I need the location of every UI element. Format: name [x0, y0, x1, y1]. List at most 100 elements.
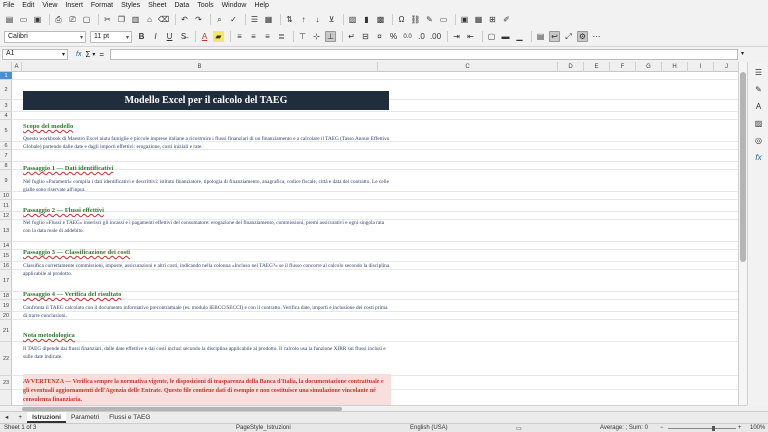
borders-icon[interactable]: ▢ — [486, 31, 497, 42]
sort-icon[interactable]: ⇅ — [284, 14, 295, 25]
row-header-11[interactable]: 11 — [0, 200, 12, 212]
section-heading[interactable]: Scopo del modello — [23, 123, 73, 130]
menu-view[interactable]: View — [42, 2, 57, 9]
tab-flussi-taeg[interactable]: Flussi e TAEG — [104, 412, 155, 423]
row-icon[interactable]: ☰ — [249, 14, 260, 25]
section-heading[interactable]: Passaggio 4 — Verifica del risultato — [23, 291, 121, 298]
gallery-icon[interactable]: ▨ — [753, 118, 764, 129]
font-color-icon[interactable]: A — [199, 31, 210, 42]
column-header-i[interactable]: I — [688, 62, 714, 72]
hyperlink-icon[interactable]: ⛓ — [410, 14, 421, 25]
menu-tools[interactable]: Tools — [197, 2, 213, 9]
row-header-14[interactable]: 14 — [0, 242, 12, 250]
functions-icon[interactable]: fx — [753, 152, 764, 163]
column-header-c[interactable]: C — [378, 62, 558, 72]
sheet-title[interactable]: Modello Excel per il calcolo del TAEG — [23, 91, 389, 110]
row-header-9[interactable]: 9 — [0, 170, 12, 192]
new-document-icon[interactable]: ▤ — [4, 14, 15, 25]
properties-icon[interactable]: ✎ — [753, 84, 764, 95]
menu-format[interactable]: Format — [91, 2, 113, 9]
clone-formatting-icon[interactable]: ⌂ — [144, 14, 155, 25]
show-draw-functions-icon[interactable]: ✐ — [501, 14, 512, 25]
formula-button[interactable]: = — [99, 50, 104, 59]
column-header-b[interactable]: B — [22, 62, 378, 72]
conditional-format-icon[interactable]: ▤ — [535, 31, 546, 42]
function-wizard-button[interactable]: fx — [76, 51, 81, 58]
redo-icon[interactable]: ↷ — [193, 14, 204, 25]
menu-sheet[interactable]: Sheet — [148, 2, 166, 9]
bold-button[interactable]: B — [136, 31, 147, 42]
freeze-rows-columns-icon[interactable]: ▦ — [473, 14, 484, 25]
row-header-16[interactable]: 16 — [0, 262, 12, 270]
section-body[interactable]: Nel foglio «Parametri» compila i dati id… — [23, 178, 391, 194]
format-percent-icon[interactable]: % — [388, 31, 399, 42]
autofilter-icon[interactable]: ⊻ — [326, 14, 337, 25]
vertical-scrollbar[interactable] — [738, 62, 747, 405]
special-character-icon[interactable]: Ω — [396, 14, 407, 25]
insert-image-icon[interactable]: ▨ — [347, 14, 358, 25]
column-header-d[interactable]: D — [558, 62, 584, 72]
menu-icon[interactable]: ☰ — [753, 67, 764, 78]
menu-window[interactable]: Window — [222, 2, 247, 9]
formula-input[interactable] — [110, 49, 738, 60]
find-replace-icon[interactable]: ⌕ — [214, 14, 225, 25]
scroll-thumb[interactable] — [740, 72, 746, 262]
menu-styles[interactable]: Styles — [121, 2, 140, 9]
section-body[interactable]: Nel foglio «Flussi e TAEG» inserisci gli… — [23, 219, 391, 235]
center-vertically-icon[interactable]: ⊹ — [311, 31, 322, 42]
row-header-15[interactable]: 15 — [0, 250, 12, 262]
underline-button[interactable]: U — [164, 31, 175, 42]
tab-parametri[interactable]: Parametri — [66, 412, 104, 423]
row-header-5[interactable]: 5 — [0, 120, 12, 142]
save-icon[interactable]: ▣ — [32, 14, 43, 25]
zoom-slider-handle[interactable] — [712, 426, 715, 431]
header-footer-icon[interactable]: ▭ — [438, 14, 449, 25]
merge-center-icon[interactable]: ⊟ — [360, 31, 371, 42]
row-header-12[interactable]: 12 — [0, 212, 12, 220]
insert-chart-icon[interactable]: ▮ — [361, 14, 372, 25]
format-cells-icon[interactable]: ⚙ — [577, 31, 588, 42]
row-header-21[interactable]: 21 — [0, 320, 12, 342]
menu-data[interactable]: Data — [174, 2, 189, 9]
highlight-color-icon[interactable]: ▰ — [213, 31, 224, 42]
zoom-out-icon[interactable]: − — [660, 425, 664, 431]
row-header-2[interactable]: 2 — [0, 80, 12, 100]
font-name-box[interactable]: Calibri ▾ — [4, 30, 86, 43]
menu-insert[interactable]: Insert — [65, 2, 83, 9]
column-header-f[interactable]: F — [610, 62, 636, 72]
font-size-box[interactable]: 11 pt ▾ — [90, 30, 132, 43]
column-header-j[interactable]: J — [714, 62, 740, 72]
select-all-corner[interactable] — [0, 62, 12, 72]
section-body[interactable]: Confronta il TAEG calcolato con il docum… — [23, 304, 391, 320]
italic-button[interactable]: I — [150, 31, 161, 42]
justify-icon[interactable]: ≣ — [276, 31, 287, 42]
first-sheet-icon[interactable]: ◂ — [0, 412, 13, 423]
comment-icon[interactable]: ✎ — [424, 14, 435, 25]
row-header-23[interactable]: 23 — [0, 376, 12, 390]
align-right-icon[interactable]: ≡ — [262, 31, 273, 42]
print-icon[interactable]: ⎚ — [67, 14, 78, 25]
clear-formatting-icon[interactable]: ⌫ — [158, 14, 169, 25]
section-body[interactable]: Classifica correttamente commissioni, im… — [23, 262, 391, 278]
row-header-10[interactable]: 10 — [0, 192, 12, 200]
spelling-icon[interactable]: ✓ — [228, 14, 239, 25]
strikethrough-icon[interactable]: S̶ — [178, 31, 189, 42]
align-bottom-icon[interactable]: ⊥ — [325, 31, 336, 42]
zoom-in-icon[interactable]: + — [738, 425, 742, 431]
sort-ascending-icon[interactable]: ↑ — [298, 14, 309, 25]
more-options-icon[interactable]: ⋯ — [591, 31, 602, 42]
menu-file[interactable]: File — [3, 2, 14, 9]
sort-descending-icon[interactable]: ↓ — [312, 14, 323, 25]
paste-icon[interactable]: ▥ — [130, 14, 141, 25]
copy-icon[interactable]: ❐ — [116, 14, 127, 25]
define-print-area-icon[interactable]: ▣ — [459, 14, 470, 25]
section-heading[interactable]: Passaggio 1 — Dati identificativi — [23, 165, 113, 172]
add-sheet-icon[interactable]: + — [13, 412, 27, 423]
zoom-slider[interactable] — [668, 428, 736, 429]
column-header-h[interactable]: H — [662, 62, 688, 72]
column-header-g[interactable]: G — [636, 62, 662, 72]
align-top-icon[interactable]: ⊤ — [297, 31, 308, 42]
row-header-22[interactable]: 22 — [0, 342, 12, 376]
spreadsheet-grid[interactable]: ABCDEFGHIJKLMNOP 12345678910111213141516… — [0, 62, 747, 405]
row-header-17[interactable]: 17 — [0, 270, 12, 292]
